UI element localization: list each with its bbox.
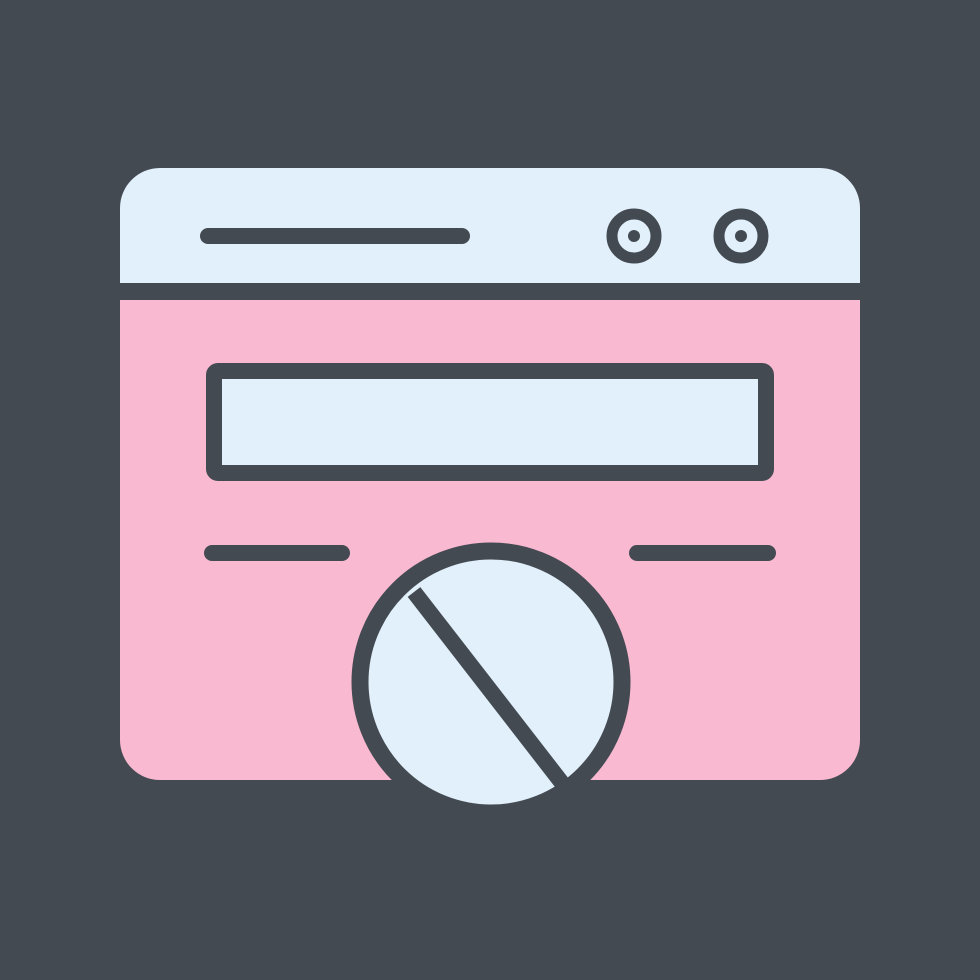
icon-canvas xyxy=(0,0,980,980)
window-control-dot-inner xyxy=(628,230,640,242)
header-divider xyxy=(120,283,860,300)
blocked-webpage-icon xyxy=(120,168,860,822)
content-field xyxy=(206,363,774,481)
window-control-dot-inner xyxy=(735,230,747,242)
blocked-sign xyxy=(351,542,631,822)
